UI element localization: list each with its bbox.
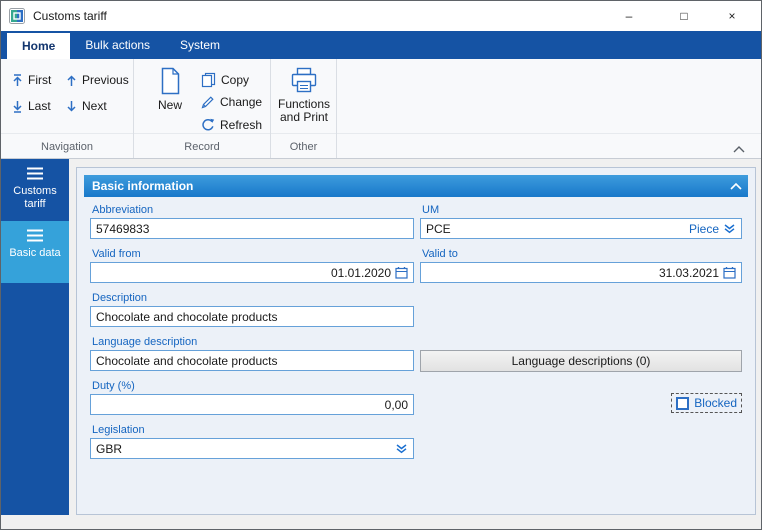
calendar-icon[interactable] xyxy=(395,266,408,279)
menu-icon xyxy=(26,229,44,242)
copy-button[interactable]: Copy xyxy=(198,70,252,90)
abbreviation-value: 57469833 xyxy=(96,222,149,236)
change-pencil-icon xyxy=(201,95,215,109)
ribbon: First Previous Last Next Navigatio xyxy=(1,59,761,159)
description-value: Chocolate and chocolate products xyxy=(96,310,277,324)
refresh-icon xyxy=(201,118,215,132)
valid-to-label: Valid to xyxy=(422,248,458,260)
window-title: Customs tariff xyxy=(33,1,107,31)
sidebar-item-label: Customs tariff xyxy=(3,185,67,211)
tab-bulk-actions[interactable]: Bulk actions xyxy=(70,31,165,59)
change-button[interactable]: Change xyxy=(198,93,265,111)
previous-label: Previous xyxy=(82,73,129,87)
language-description-input[interactable]: Chocolate and chocolate products xyxy=(90,350,414,371)
ribbon-group-navigation: First Previous Last Next Navigatio xyxy=(1,59,134,158)
valid-to-value: 31.03.2021 xyxy=(659,266,719,280)
status-bar xyxy=(1,515,761,530)
sidebar-item-basic-data[interactable]: Basic data xyxy=(1,221,69,283)
record-group-label: Record xyxy=(134,141,270,153)
previous-arrow-icon xyxy=(66,74,77,87)
refresh-button[interactable]: Refresh xyxy=(198,116,265,134)
language-descriptions-button[interactable]: Language descriptions (0) xyxy=(420,350,742,372)
previous-button[interactable]: Previous xyxy=(63,71,132,89)
ribbon-group-other: Functions and Print Other xyxy=(271,59,337,158)
next-button[interactable]: Next xyxy=(63,97,110,115)
panel-title: Basic information xyxy=(92,179,193,193)
duty-input[interactable]: 0,00 xyxy=(90,394,414,415)
duty-value: 0,00 xyxy=(385,398,408,412)
new-button[interactable]: New xyxy=(148,64,192,115)
last-arrow-icon xyxy=(12,100,23,113)
copy-label: Copy xyxy=(221,73,249,87)
blocked-checkbox-group[interactable]: Blocked xyxy=(672,394,741,412)
sidebar-item-customs-tariff[interactable]: Customs tariff xyxy=(1,159,69,221)
sidebar-item-label: Basic data xyxy=(9,247,60,260)
minimize-button[interactable]: – xyxy=(609,1,649,31)
abbreviation-label: Abbreviation xyxy=(92,204,153,216)
legislation-label: Legislation xyxy=(92,424,145,436)
maximize-button[interactable]: □ xyxy=(664,1,704,31)
panel-header: Basic information xyxy=(84,175,748,197)
sidebar: Customs tariff Basic data xyxy=(1,159,69,515)
description-input[interactable]: Chocolate and chocolate products xyxy=(90,306,414,327)
blocked-label: Blocked xyxy=(694,396,737,410)
functions-and-print-button[interactable]: Functions and Print xyxy=(273,64,335,127)
other-group-label: Other xyxy=(271,141,336,153)
change-label: Change xyxy=(220,95,262,109)
minimize-icon: – xyxy=(626,9,633,23)
close-button[interactable]: × xyxy=(712,1,752,31)
tab-home[interactable]: Home xyxy=(7,33,70,59)
title-bar: Customs tariff – □ × xyxy=(1,1,761,31)
valid-from-label: Valid from xyxy=(92,248,141,260)
new-label: New xyxy=(158,99,182,112)
dropdown-icon[interactable] xyxy=(723,224,736,234)
um-selected-name: Piece xyxy=(689,222,719,236)
ribbon-group-record: New Copy Change Refresh Record xyxy=(134,59,271,158)
app-icon xyxy=(9,8,25,24)
new-document-icon xyxy=(158,67,182,95)
valid-from-input[interactable]: 01.01.2020 xyxy=(90,262,414,283)
blocked-checkbox[interactable] xyxy=(676,397,689,410)
tab-system[interactable]: System xyxy=(165,31,235,59)
legislation-combo[interactable]: GBR xyxy=(90,438,414,459)
um-value: PCE xyxy=(426,222,451,236)
description-label: Description xyxy=(92,292,147,304)
first-button[interactable]: First xyxy=(9,71,54,89)
navigation-group-label: Navigation xyxy=(1,141,133,153)
panel-collapse-button[interactable] xyxy=(728,179,743,194)
chevron-up-icon xyxy=(730,183,742,190)
duty-label: Duty (%) xyxy=(92,380,135,392)
chevron-up-icon xyxy=(733,146,745,153)
copy-icon xyxy=(201,72,216,88)
ribbon-tab-strip: Home Bulk actions System xyxy=(1,31,761,59)
maximize-icon: □ xyxy=(680,9,687,23)
um-combo[interactable]: PCE Piece xyxy=(420,218,742,239)
valid-from-value: 01.01.2020 xyxy=(331,266,391,280)
ribbon-collapse-button[interactable] xyxy=(731,143,747,155)
next-arrow-icon xyxy=(66,100,77,113)
legislation-value: GBR xyxy=(96,442,122,456)
app-window: Customs tariff – □ × Home Bulk actions S… xyxy=(0,0,762,530)
calendar-icon[interactable] xyxy=(723,266,736,279)
dropdown-icon[interactable] xyxy=(395,444,408,454)
printer-icon xyxy=(289,67,319,94)
valid-to-input[interactable]: 31.03.2021 xyxy=(420,262,742,283)
next-label: Next xyxy=(82,99,107,113)
abbreviation-input[interactable]: 57469833 xyxy=(90,218,414,239)
basic-information-panel: Basic information Abbreviation 57469833 … xyxy=(76,167,756,515)
language-description-label: Language description xyxy=(92,336,197,348)
um-label: UM xyxy=(422,204,439,216)
first-label: First xyxy=(28,73,51,87)
first-arrow-icon xyxy=(12,74,23,87)
refresh-label: Refresh xyxy=(220,118,262,132)
menu-icon xyxy=(26,167,44,180)
last-button[interactable]: Last xyxy=(9,97,54,115)
last-label: Last xyxy=(28,99,51,113)
language-description-value: Chocolate and chocolate products xyxy=(96,354,277,368)
close-icon: × xyxy=(728,9,735,23)
functions-and-print-label: Functions and Print xyxy=(275,98,333,124)
